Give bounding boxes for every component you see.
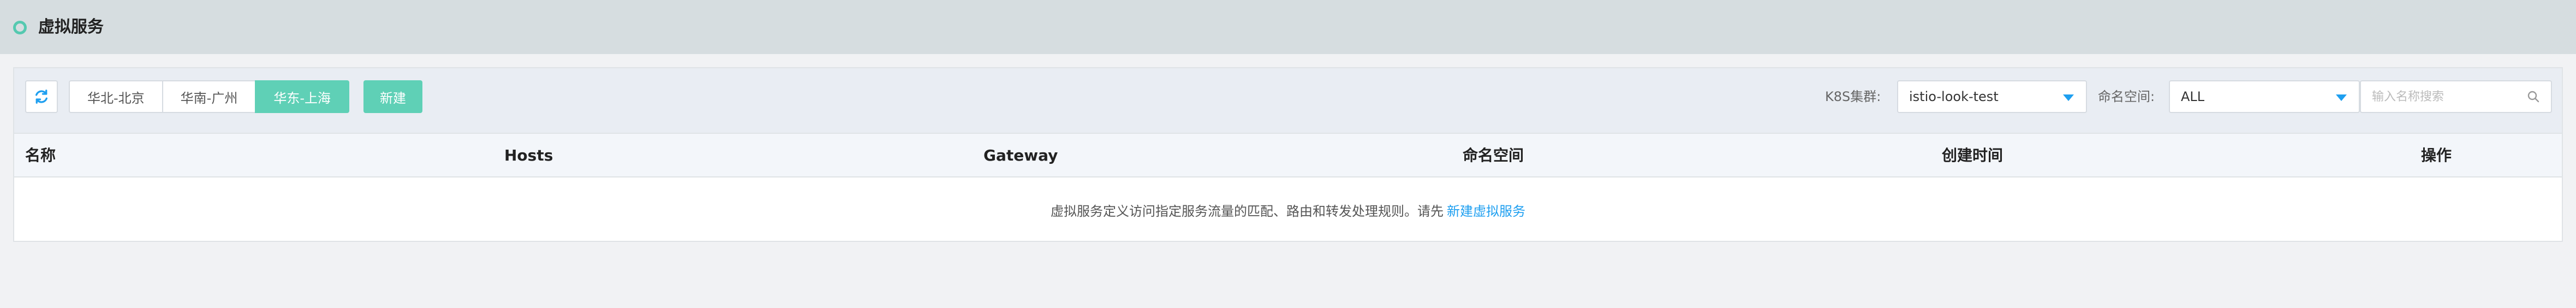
region-tabs: 华北-北京 华南-广州 华东-上海 bbox=[69, 80, 350, 113]
column-header-name: 名称 bbox=[25, 146, 56, 164]
namespace-select-value: ALL bbox=[2181, 89, 2205, 104]
empty-state-text: 虚拟服务定义访问指定服务流量的匹配、路由和转发处理规则。请先 bbox=[1051, 203, 1444, 219]
namespace-select[interactable]: ALL bbox=[2169, 80, 2360, 113]
virtual-service-panel: 华北-北京 华南-广州 华东-上海 新建 K8S集群: istio-look-t… bbox=[13, 67, 2563, 242]
search-icon[interactable] bbox=[2527, 90, 2540, 103]
namespace-label: 命名空间: bbox=[2098, 89, 2155, 104]
toolbar: 华北-北京 华南-广州 华东-上海 新建 K8S集群: istio-look-t… bbox=[14, 68, 2562, 133]
search-box bbox=[2360, 80, 2552, 113]
cluster-label: K8S集群: bbox=[1825, 89, 1881, 104]
column-header-gateway: Gateway bbox=[983, 146, 1058, 164]
region-tab-shanghai[interactable]: 华东-上海 bbox=[255, 80, 350, 113]
column-header-created-time: 创建时间 bbox=[1942, 146, 2003, 164]
table-header: 名称 Hosts Gateway 命名空间 创建时间 操作 bbox=[14, 133, 2562, 177]
cluster-select[interactable]: istio-look-test bbox=[1897, 80, 2087, 113]
column-header-namespace: 命名空间 bbox=[1463, 146, 1524, 164]
column-header-hosts: Hosts bbox=[504, 146, 553, 164]
empty-state: 虚拟服务定义访问指定服务流量的匹配、路由和转发处理规则。请先 新建虚拟服务 bbox=[14, 177, 2562, 242]
chevron-down-icon bbox=[2063, 94, 2074, 101]
search-input[interactable] bbox=[2361, 81, 2525, 112]
page-header: 虚拟服务 bbox=[0, 0, 2576, 54]
cluster-select-value: istio-look-test bbox=[1909, 89, 1999, 104]
chevron-down-icon bbox=[2336, 94, 2347, 101]
create-button[interactable]: 新建 bbox=[363, 80, 422, 113]
page-title: 虚拟服务 bbox=[38, 17, 104, 37]
refresh-icon bbox=[35, 90, 47, 104]
region-tab-beijing[interactable]: 华北-北京 bbox=[69, 80, 163, 113]
column-header-actions: 操作 bbox=[2421, 146, 2452, 164]
status-ring-icon bbox=[13, 21, 27, 34]
refresh-button[interactable] bbox=[25, 80, 58, 113]
region-tab-guangzhou[interactable]: 华南-广州 bbox=[162, 80, 257, 113]
create-virtual-service-link[interactable]: 新建虚拟服务 bbox=[1447, 200, 1525, 220]
